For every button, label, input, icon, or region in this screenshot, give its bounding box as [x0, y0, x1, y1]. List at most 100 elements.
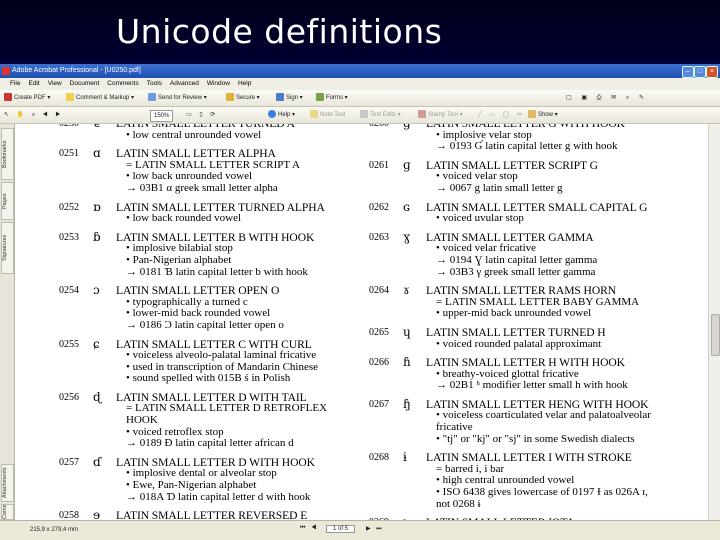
menu-item-window[interactable]: Window: [207, 80, 230, 87]
char-note: → 03B1 α greek small letter alpha: [126, 181, 278, 194]
char-note: → 0193 Ɠ latin capital letter g with hoo…: [436, 140, 618, 153]
char-glyph: ɐ: [93, 124, 100, 130]
left-column: 0250ɐLATIN SMALL LETTER TURNED A• low ce…: [59, 124, 369, 520]
menu-item-file[interactable]: File: [10, 80, 20, 87]
tab-bookmarks[interactable]: Bookmarks: [1, 128, 14, 180]
char-entry: 0255 ɕ LATIN SMALL LETTER C WITH CURL • voi…: [59, 337, 369, 385]
document-page: 0250ɐLATIN SMALL LETTER TURNED A• low ce…: [15, 124, 708, 520]
char-note: fricative: [436, 421, 473, 434]
char-glyph: ɒ: [93, 199, 101, 214]
maximize-icon[interactable]: □: [694, 66, 706, 78]
stamp-tool-button[interactable]: Stamp Tool ▾: [418, 110, 463, 120]
char-entry: 0250ɐLATIN SMALL LETTER TURNED A• low ce…: [59, 124, 369, 141]
send-review-button[interactable]: Send for Review ▾: [148, 93, 207, 103]
tab-comments[interactable]: Comments: [1, 504, 14, 520]
char-code: 0256: [59, 391, 79, 403]
drawing-tools-icons[interactable]: ╱ ▭ ◯ ✏: [478, 110, 525, 120]
char-glyph: ɓ: [93, 229, 101, 244]
menu-item-edit[interactable]: Edit: [28, 80, 39, 87]
char-glyph: ɑ: [93, 146, 101, 161]
help-icon: [268, 110, 276, 119]
comment-icon: [66, 93, 74, 102]
char-note: • low back rounded vowel: [126, 212, 242, 225]
scrollbar-thumb[interactable]: [711, 314, 720, 356]
tab-pages[interactable]: Pages: [1, 182, 14, 220]
menu-item-help[interactable]: Help: [238, 80, 251, 87]
char-code: 0257: [59, 456, 79, 468]
char-note: → 018A Ɗ latin capital letter d with hoo…: [126, 490, 311, 503]
char-glyph: ɡ: [403, 157, 411, 172]
char-code: 0250: [59, 124, 79, 129]
char-glyph: ɔ: [93, 283, 100, 298]
char-entry: 0252 ɒ LATIN SMALL LETTER TURNED ALPHA • lo…: [59, 199, 369, 225]
menu-item-tools[interactable]: Tools: [147, 80, 162, 87]
char-entry: 0261 ɡ LATIN SMALL LETTER SCRIPT G • voiced…: [369, 157, 699, 195]
menu-item-comments[interactable]: Comments: [107, 80, 138, 87]
help-button[interactable]: Help ▾: [268, 110, 295, 120]
menu-item-view[interactable]: View: [48, 80, 62, 87]
menu-item-document[interactable]: Document: [70, 80, 100, 87]
page-nav-next-icons[interactable]: ▶ ⏭: [366, 525, 384, 533]
view-mode-icons[interactable]: ▭ ▯ ⟳: [186, 110, 218, 120]
text-edits-button[interactable]: Text Edits ▾: [360, 110, 401, 120]
show-button[interactable]: Show ▾: [528, 110, 558, 120]
page-number-field[interactable]: 1 of 5: [326, 525, 356, 533]
char-entry: 0263 ɣ LATIN SMALL LETTER GAMMA • voiced ve…: [369, 229, 699, 278]
char-code: 0265: [369, 326, 389, 338]
navigation-panel: Bookmarks Pages Signatures Attachments C…: [0, 124, 15, 520]
char-glyph: ɦ: [403, 355, 411, 370]
create-pdf-button[interactable]: Create PDF ▾: [4, 93, 50, 103]
close-icon[interactable]: ×: [706, 66, 718, 78]
char-note: → 0067 g latin small letter g: [436, 181, 563, 194]
window-title: Adobe Acrobat Professional - [U0250.pdf]: [12, 67, 141, 74]
char-entry: 0268 ɨ LATIN SMALL LETTER I WITH STROKE = b…: [369, 450, 699, 510]
acrobat-logo-icon: [2, 67, 10, 75]
char-name: LATIN SMALL LETTER TURNED H: [426, 325, 606, 339]
char-code: 0252: [59, 201, 79, 213]
page-nav-prev-icons[interactable]: ⏮ ◀: [300, 525, 318, 532]
char-note: → 0194 Ɣ latin capital letter gamma: [436, 253, 598, 266]
right-column: 0260ɠLATIN SMALL LETTER G WITH HOOK• imp…: [369, 124, 699, 520]
char-note: • voiceless alveolo-palatal laminal fric…: [126, 349, 317, 362]
tab-attachments[interactable]: Attachments: [1, 464, 14, 502]
show-icon: [528, 110, 536, 119]
char-glyph: ɢ: [403, 199, 410, 214]
char-entry: 0258ɘLATIN SMALL LETTER REVERSED E• uppe…: [59, 508, 369, 520]
char-glyph: ɣ: [403, 229, 411, 244]
vertical-scrollbar[interactable]: [708, 124, 720, 520]
secure-button[interactable]: Secure ▾: [226, 93, 260, 103]
char-glyph: ɘ: [93, 508, 101, 520]
menu-list: File Edit View Document Comments Tools Advance…: [10, 78, 259, 90]
menu-item-advanced[interactable]: Advanced: [170, 80, 199, 87]
note-tool-button[interactable]: Note Tool: [310, 110, 345, 120]
char-glyph: ɖ: [93, 389, 101, 404]
select-tools-icons[interactable]: ↖ ✋ ⌕ ◀ ▶: [4, 110, 63, 120]
menu-bar: File Edit View Document Comments Tools Advance…: [0, 78, 720, 90]
char-name: LATIN SMALL LETTER RAMS HORN: [426, 284, 616, 298]
pen-icon: [276, 93, 284, 102]
char-note: • sound spelled with 015B ś in Polish: [126, 372, 291, 385]
minimize-icon[interactable]: –: [682, 66, 694, 78]
zoom-field[interactable]: 150%: [150, 110, 174, 122]
char-entry: 0257 ɗ LATIN SMALL LETTER D WITH HOOK • imp…: [59, 454, 369, 503]
char-note: → 0189 Đ latin capital letter african d: [126, 437, 294, 450]
comment-markup-button[interactable]: Comment & Markup ▾: [66, 93, 134, 103]
char-code: 0255: [59, 338, 79, 350]
slide-title: Unicode definitions: [116, 12, 443, 51]
char-code: 0253: [59, 231, 79, 243]
char-note: • ISO 6438 gives lowercase of 0197 Ɨ as …: [436, 486, 648, 499]
sign-button[interactable]: Sign ▾: [276, 93, 303, 103]
char-entry: 0253 ɓ LATIN SMALL LETTER B WITH HOOK • imp…: [59, 229, 369, 278]
forms-button[interactable]: Forms ▾: [316, 93, 348, 103]
char-entry: 0264 ɤ LATIN SMALL LETTER RAMS HORN = LATIN…: [369, 283, 699, 320]
char-glyph: ɗ: [93, 454, 102, 469]
toolbar-view: ↖ ✋ ⌕ ◀ ▶ 150% ▭ ▯ ⟳ Help ▾ Note Tool Te…: [0, 107, 720, 124]
note-icon: [310, 110, 318, 119]
file-tools-icons[interactable]: ▢ ▣ ⎙ ✉ ⌕ ✎: [566, 93, 648, 103]
char-code: 0261: [369, 159, 389, 171]
char-note: HOOK: [126, 414, 158, 427]
char-code: 0268: [369, 452, 389, 464]
char-entry: 0266 ɦ LATIN SMALL LETTER H WITH HOOK • bre…: [369, 355, 699, 392]
tab-signatures[interactable]: Signatures: [1, 222, 14, 274]
char-code: 0263: [369, 231, 389, 243]
